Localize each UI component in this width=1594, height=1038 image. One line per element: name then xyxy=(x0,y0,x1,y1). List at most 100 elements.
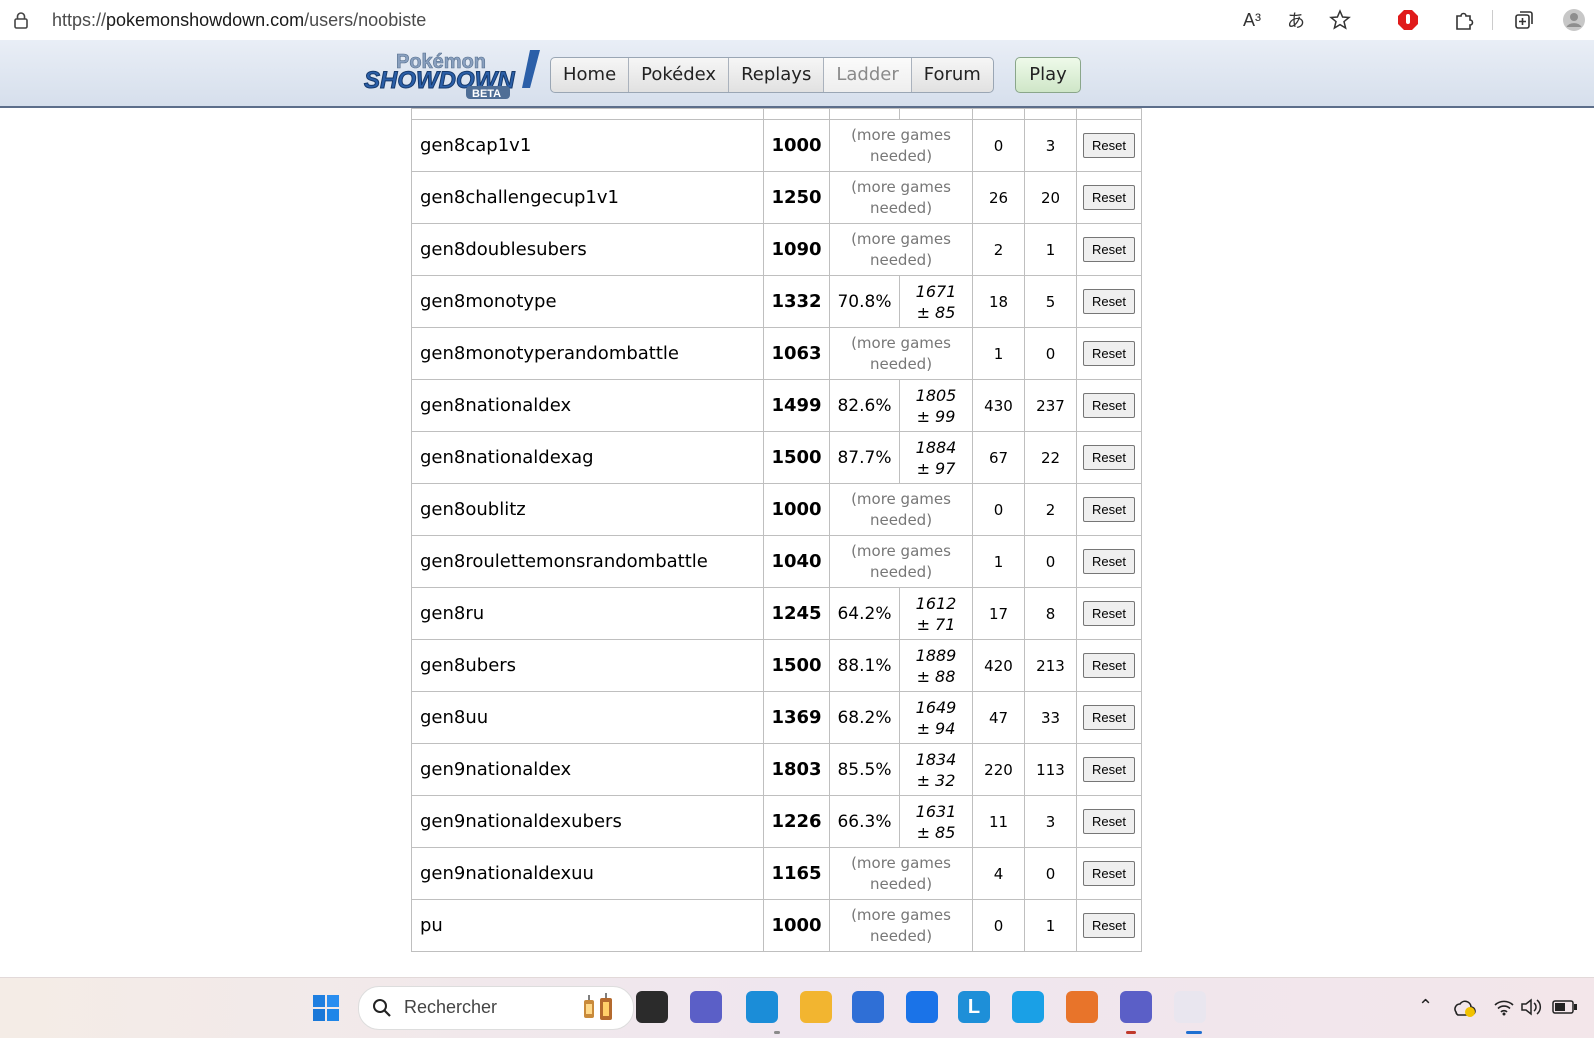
reset-button[interactable]: Reset xyxy=(1083,445,1135,470)
reset-button[interactable]: Reset xyxy=(1083,185,1135,210)
elo-value: 1369 xyxy=(763,691,830,744)
nav-replays[interactable]: Replays xyxy=(729,58,825,92)
main-nav: Home Pokédex Replays Ladder Forum xyxy=(550,57,994,93)
table-row: pu 1000 (more games needed) 0 1 Reset xyxy=(411,899,1142,952)
format-name: gen8ubers xyxy=(411,639,764,692)
elo-value: 1165 xyxy=(763,847,830,900)
glicko-value: 1649 xyxy=(915,697,957,717)
glicko-deviation: ± 88 xyxy=(916,666,956,686)
ratings-table-container: gen8cap1v1 1000 (more games needed) 0 3 Reset g… xyxy=(411,108,1142,952)
reset-button[interactable]: Reset xyxy=(1083,133,1135,158)
elo-value: 1000 xyxy=(763,899,830,952)
more-games-needed: (more games needed) xyxy=(829,847,973,900)
reset-button[interactable]: Reset xyxy=(1083,913,1135,938)
more-games-needed: (more games needed) xyxy=(829,899,973,952)
losses-value: 33 xyxy=(1024,691,1077,744)
nav-forum[interactable]: Forum xyxy=(912,58,993,92)
windows-start-icon[interactable] xyxy=(312,994,340,1022)
reset-button[interactable]: Reset xyxy=(1083,549,1135,574)
widgets-icon[interactable] xyxy=(636,991,668,1023)
losses-value: 0 xyxy=(1024,847,1077,900)
showdown-logo[interactable]: Pokémon SHOWDOWN BETA xyxy=(362,48,544,100)
url-prefix: https:// xyxy=(52,10,107,30)
glicko-value: 1612 xyxy=(915,593,957,613)
reset-cell: Reset xyxy=(1076,275,1142,328)
reset-button[interactable]: Reset xyxy=(1083,497,1135,522)
chevron-up-icon[interactable]: ⌃ xyxy=(1418,996,1433,1017)
translate-icon[interactable]: あ xyxy=(1284,8,1308,32)
wins-value: 2 xyxy=(972,223,1025,276)
glicko-cell: 1834 ± 32 xyxy=(899,743,973,796)
reset-cell: Reset xyxy=(1076,847,1142,900)
table-row-partial xyxy=(411,108,1142,120)
glicko-cell: 1889 ± 88 xyxy=(899,639,973,692)
read-aloud-icon[interactable]: A³ xyxy=(1240,8,1264,32)
nav-ladder[interactable]: Ladder xyxy=(824,58,912,92)
nav-pokedex[interactable]: Pokédex xyxy=(629,58,730,92)
mail-icon[interactable] xyxy=(906,991,938,1023)
ratings-table: gen8cap1v1 1000 (more games needed) 0 3 Reset g… xyxy=(411,108,1142,952)
teams-icon[interactable] xyxy=(1120,991,1152,1023)
adblock-icon[interactable] xyxy=(1396,8,1420,32)
wins-value: 430 xyxy=(972,379,1025,432)
play-button[interactable]: Play xyxy=(1015,57,1081,93)
extensions-icon[interactable] xyxy=(1452,8,1476,32)
glicko-value: 1884 xyxy=(915,437,957,457)
elo-value: 1500 xyxy=(763,639,830,692)
nav-home[interactable]: Home xyxy=(551,58,630,92)
game-app-icon[interactable] xyxy=(1066,991,1098,1023)
battery-icon[interactable] xyxy=(1552,1000,1578,1014)
format-name: gen8oublitz xyxy=(411,483,764,536)
volume-icon[interactable] xyxy=(1520,998,1542,1016)
table-row: gen8monotype 1332 70.8% 1671 ± 85 18 5 Reset xyxy=(411,275,1142,328)
format-name: gen8doublesubers xyxy=(411,223,764,276)
reset-button[interactable]: Reset xyxy=(1083,757,1135,782)
gxe-value: 82.6% xyxy=(829,379,900,432)
collections-icon[interactable] xyxy=(1512,8,1536,32)
glicko-deviation: ± 94 xyxy=(916,718,956,738)
losses-value: 0 xyxy=(1024,535,1077,588)
wifi-icon[interactable] xyxy=(1494,998,1514,1016)
elo-value: 1040 xyxy=(763,535,830,588)
glicko-cell: 1631 ± 85 xyxy=(899,795,973,848)
url-field[interactable]: https://pokemonshowdown.com/users/noobis… xyxy=(52,10,426,31)
reset-button[interactable]: Reset xyxy=(1083,705,1135,730)
reset-button[interactable]: Reset xyxy=(1083,653,1135,678)
elo-value: 1500 xyxy=(763,431,830,484)
glicko-deviation: ± 85 xyxy=(916,822,956,842)
wins-value: 0 xyxy=(972,899,1025,952)
edge-icon[interactable] xyxy=(746,991,778,1023)
favorite-star-icon[interactable] xyxy=(1328,8,1352,32)
profile-avatar-icon[interactable] xyxy=(1562,8,1586,32)
wins-value: 18 xyxy=(972,275,1025,328)
glicko-deviation: ± 99 xyxy=(916,406,956,426)
lock-icon[interactable] xyxy=(12,11,30,29)
toolbar-divider xyxy=(1492,10,1493,30)
glicko-cell: 1649 ± 94 xyxy=(899,691,973,744)
chat-icon[interactable] xyxy=(690,991,722,1023)
active-app-indicator xyxy=(1186,1031,1202,1034)
reset-button[interactable]: Reset xyxy=(1083,237,1135,262)
glicko-deviation: ± 71 xyxy=(916,614,956,634)
gxe-value: 66.3% xyxy=(829,795,900,848)
reset-button[interactable]: Reset xyxy=(1083,341,1135,366)
reset-button[interactable]: Reset xyxy=(1083,393,1135,418)
reset-button[interactable]: Reset xyxy=(1083,601,1135,626)
store-icon[interactable] xyxy=(852,991,884,1023)
losses-value: 22 xyxy=(1024,431,1077,484)
elo-value: 1000 xyxy=(763,119,830,172)
reset-button[interactable]: Reset xyxy=(1083,809,1135,834)
ratings-table-body: gen8cap1v1 1000 (more games needed) 0 3 Reset g… xyxy=(411,108,1142,952)
l-app-icon[interactable]: L xyxy=(958,991,990,1023)
wins-value: 0 xyxy=(972,119,1025,172)
snipping-tool-icon[interactable] xyxy=(1174,991,1206,1023)
onedrive-icon[interactable] xyxy=(1452,996,1476,1018)
table-row: gen8nationaldexag 1500 87.7% 1884 ± 97 67 22 Re… xyxy=(411,431,1142,484)
alexa-icon[interactable] xyxy=(1012,991,1044,1023)
more-games-needed: (more games needed) xyxy=(829,119,973,172)
reset-cell: Reset xyxy=(1076,379,1142,432)
reset-button[interactable]: Reset xyxy=(1083,861,1135,886)
file-explorer-icon[interactable] xyxy=(800,991,832,1023)
table-row: gen8roulettemonsrandombattle 1040 (more ga… xyxy=(411,535,1142,588)
reset-button[interactable]: Reset xyxy=(1083,289,1135,314)
